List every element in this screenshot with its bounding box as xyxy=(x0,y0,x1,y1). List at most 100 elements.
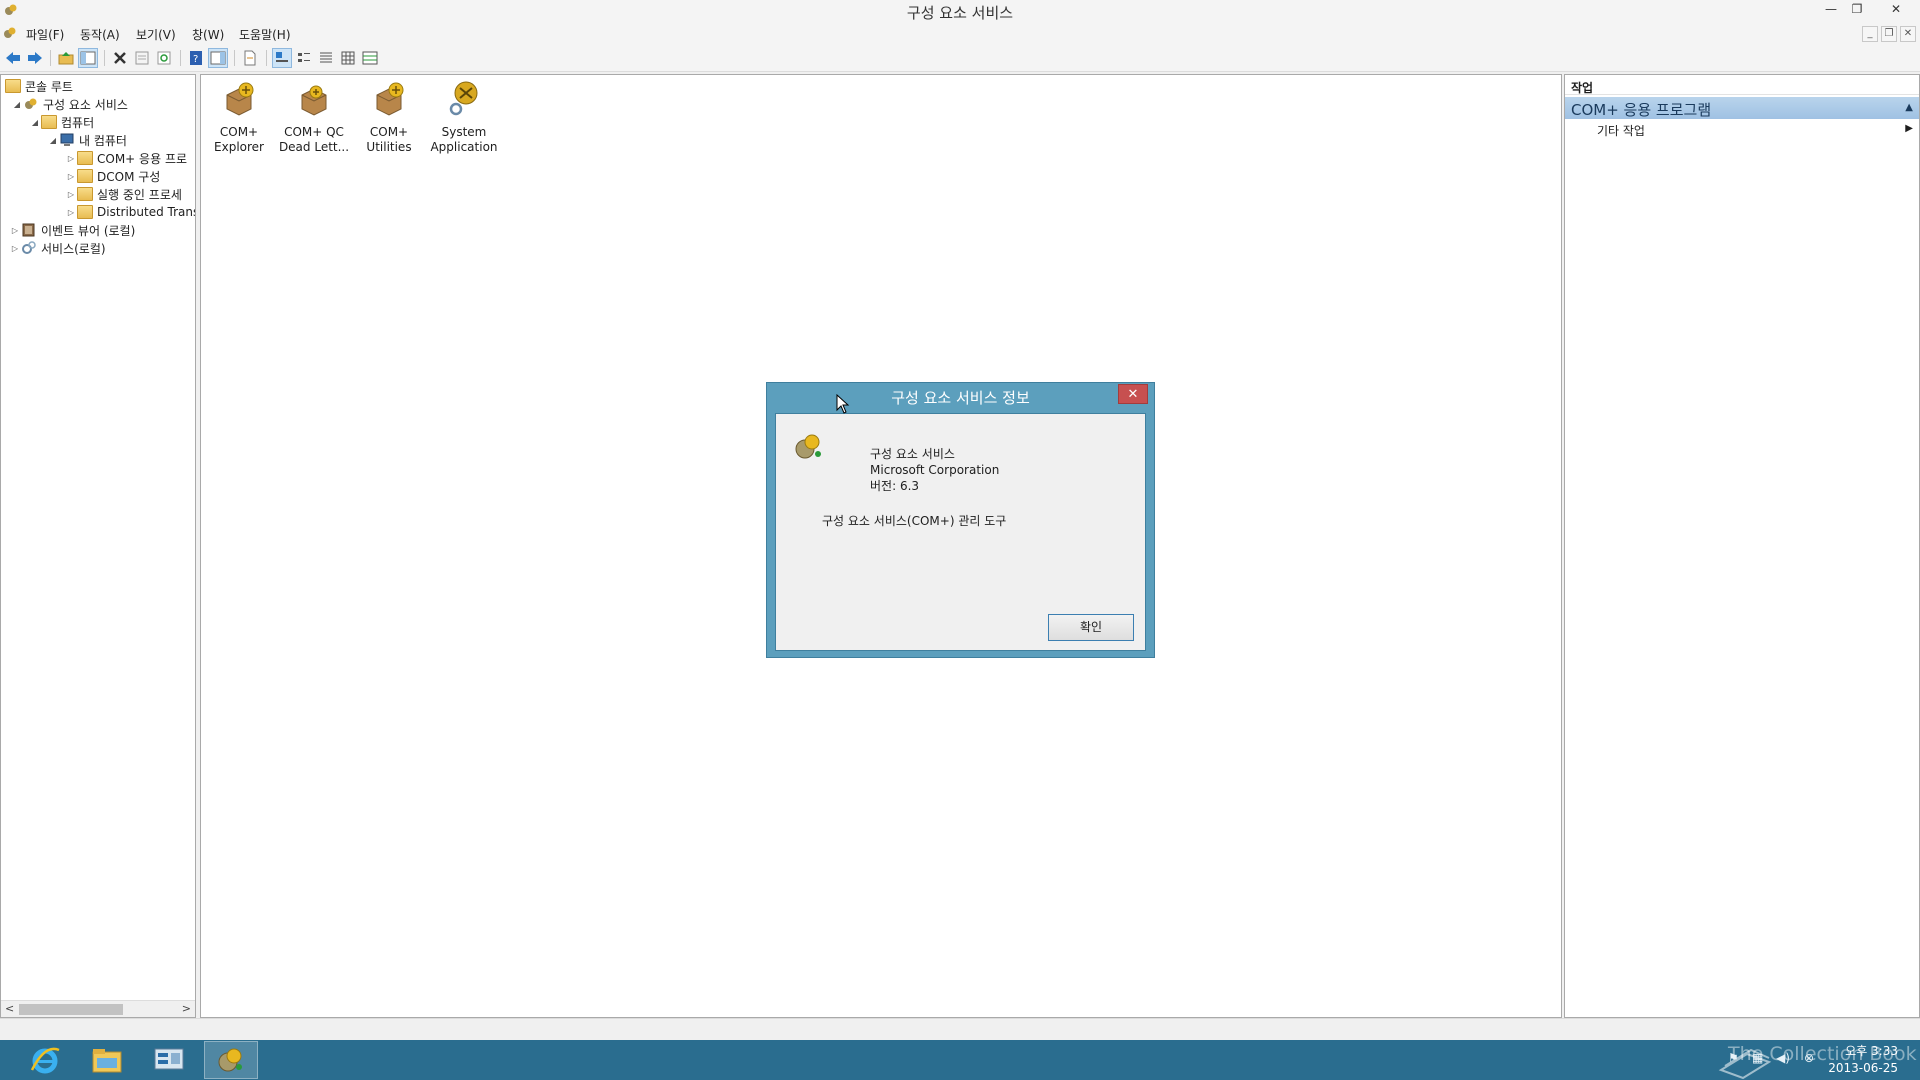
expand-arrow-icon[interactable]: ▷ xyxy=(65,172,77,181)
close-button[interactable]: ✕ xyxy=(1880,0,1912,20)
taskbar: The Collection Book ⚑ ▦ ◀) ⊗ 오후 3:33 201… xyxy=(0,1040,1920,1080)
mdi-restore-button[interactable]: ❐ xyxy=(1881,26,1897,42)
notification-icon[interactable]: ⊗ xyxy=(1804,1051,1814,1065)
list-view-icon[interactable] xyxy=(316,48,336,68)
internet-explorer-button[interactable] xyxy=(18,1041,72,1079)
file-explorer-button[interactable] xyxy=(80,1041,134,1079)
tree-item-label: 구성 요소 서비스 xyxy=(43,97,128,112)
mdi-close-button[interactable]: ✕ xyxy=(1900,26,1916,42)
minimize-button[interactable]: — xyxy=(1818,0,1844,20)
delete-icon[interactable] xyxy=(110,48,130,68)
action-more-actions[interactable]: 기타 작업 ▶ xyxy=(1565,119,1919,139)
status-bar xyxy=(0,1018,1920,1040)
tree-item-com-applications[interactable]: ▷ COM+ 응용 프로 xyxy=(65,149,187,167)
export-list-icon[interactable] xyxy=(240,48,260,68)
up-folder-icon[interactable] xyxy=(56,48,76,68)
dialog-title: 구성 요소 서비스 정보 xyxy=(891,389,1030,407)
console-tree[interactable]: 콘솔 루트 ◢ 구성 요소 서비스 ◢ 컴퓨터 ◢ 내 컴퓨터 ▷ COM+ 응… xyxy=(0,74,196,1018)
menu-help[interactable]: 도움말(H) xyxy=(239,26,291,43)
scrollbar-thumb[interactable] xyxy=(19,1004,123,1015)
large-icons-view-icon[interactable] xyxy=(272,48,292,68)
actions-section-com-applications[interactable]: COM+ 응용 프로그램 ▲ xyxy=(1565,97,1919,119)
tree-item-my-computer[interactable]: ◢ 내 컴퓨터 xyxy=(47,131,127,149)
dialog-close-button[interactable]: ✕ xyxy=(1118,384,1148,404)
tree-item-label: 이벤트 뷰어 (로컬) xyxy=(41,223,136,238)
flag-icon[interactable]: ⚑ xyxy=(1728,1051,1739,1065)
refresh-icon[interactable] xyxy=(154,48,174,68)
version-text: 버전: 6.3 xyxy=(870,479,920,493)
mdi-minimize-button[interactable]: _ xyxy=(1862,26,1878,42)
com-package-icon xyxy=(226,82,254,116)
scroll-left-arrow-icon[interactable]: < xyxy=(5,1002,14,1015)
expand-arrow-icon[interactable]: ▷ xyxy=(65,154,77,163)
custom-view-icon[interactable] xyxy=(360,48,380,68)
expand-arrow-icon[interactable]: ▷ xyxy=(65,190,77,199)
tree-item-component-services[interactable]: ◢ 구성 요소 서비스 xyxy=(11,95,128,113)
tree-item-computers[interactable]: ◢ 컴퓨터 xyxy=(29,113,94,131)
restore-button[interactable]: ❐ xyxy=(1844,0,1870,20)
volume-icon[interactable]: ◀) xyxy=(1776,1051,1790,1065)
tree-item-console-root[interactable]: 콘솔 루트 xyxy=(5,77,73,95)
com-explorer-item[interactable]: COM+ Explorer xyxy=(201,79,277,155)
item-label-line1: COM+ xyxy=(219,125,259,139)
details-view-icon[interactable] xyxy=(338,48,358,68)
horizontal-scrollbar[interactable]: < > xyxy=(1,1000,195,1017)
item-label-line1: COM+ xyxy=(369,125,409,139)
clock-date: 2013-06-25 xyxy=(1828,1061,1898,1075)
server-manager-icon xyxy=(154,1048,184,1070)
collapse-arrow-icon[interactable]: ◢ xyxy=(29,118,41,127)
com-utilities-item[interactable]: COM+ Utilities xyxy=(351,79,427,155)
item-label-line1: System xyxy=(441,125,487,139)
server-manager-button[interactable] xyxy=(142,1041,196,1079)
ok-button[interactable]: 확인 xyxy=(1048,614,1134,641)
menu-action[interactable]: 동작(A) xyxy=(80,26,120,43)
submenu-arrow-icon: ▶ xyxy=(1905,123,1913,134)
show-hide-tree-icon[interactable] xyxy=(78,48,98,68)
menu-file[interactable]: 파일(F) xyxy=(26,26,64,43)
item-label-line2: Dead Lett... xyxy=(278,140,350,154)
small-icons-view-icon[interactable] xyxy=(294,48,314,68)
item-label-line1: COM+ QC xyxy=(284,125,344,139)
system-application-icon xyxy=(449,81,478,116)
mmc-system-icon[interactable] xyxy=(3,26,17,40)
product-description: 구성 요소 서비스(COM+) 관리 도구 xyxy=(822,514,1007,528)
expand-arrow-icon[interactable]: ▷ xyxy=(9,226,21,235)
tree-item-event-viewer[interactable]: ▷ 이벤트 뷰어 (로컬) xyxy=(9,221,135,239)
system-application-item[interactable]: System Application xyxy=(426,79,502,155)
component-services-icon xyxy=(795,434,821,459)
menu-view[interactable]: 보기(V) xyxy=(136,26,176,43)
item-label-line2: Explorer xyxy=(214,140,264,154)
menu-window[interactable]: 창(W) xyxy=(192,26,224,43)
internet-explorer-icon xyxy=(30,1047,60,1074)
tree-item-label: 내 컴퓨터 xyxy=(79,133,127,148)
scroll-right-arrow-icon[interactable]: > xyxy=(182,1002,191,1015)
expand-arrow-icon[interactable]: ▷ xyxy=(65,208,77,217)
system-clock[interactable]: 오후 3:33 2013-06-25 xyxy=(1828,1043,1898,1077)
collapse-caret-icon[interactable]: ▲ xyxy=(1905,102,1913,113)
tree-item-label: 서비스(로컬) xyxy=(41,241,106,256)
about-dialog: 구성 요소 서비스 정보 ✕ 구성 요소 서비스 Microsoft Corpo… xyxy=(766,382,1155,658)
tree-item-running-processes[interactable]: ▷ 실행 중인 프로세 xyxy=(65,185,182,203)
collapse-arrow-icon[interactable]: ◢ xyxy=(11,100,23,109)
back-arrow-icon[interactable] xyxy=(3,48,23,68)
properties-icon[interactable] xyxy=(132,48,152,68)
mouse-cursor-icon xyxy=(836,394,850,414)
help-icon[interactable]: ? xyxy=(186,48,206,68)
network-icon[interactable]: ▦ xyxy=(1752,1051,1763,1065)
expand-arrow-icon[interactable]: ▷ xyxy=(9,244,21,253)
tree-item-services[interactable]: ▷ 서비스(로컬) xyxy=(9,239,106,257)
collapse-arrow-icon[interactable]: ◢ xyxy=(47,136,59,145)
event-viewer-icon xyxy=(22,223,35,237)
dialog-body: 구성 요소 서비스 Microsoft Corporation 버전: 6.3 … xyxy=(775,413,1146,651)
forward-arrow-icon[interactable] xyxy=(25,48,45,68)
actions-pane: 작업 COM+ 응용 프로그램 ▲ 기타 작업 ▶ xyxy=(1564,74,1920,1018)
tree-item-distributed-transaction[interactable]: ▷ Distributed Trans xyxy=(65,203,195,221)
tree-item-dcom-config[interactable]: ▷ DCOM 구성 xyxy=(65,167,160,185)
gear-icon xyxy=(22,241,36,254)
actions-section-title: COM+ 응용 프로그램 xyxy=(1571,101,1712,119)
show-hide-action-pane-icon[interactable] xyxy=(208,48,228,68)
company-name: Microsoft Corporation xyxy=(870,463,1000,477)
menu-bar: 파일(F) 동작(A) 보기(V) 창(W) 도움말(H) xyxy=(0,22,1920,44)
component-services-taskbar-button[interactable] xyxy=(204,1041,258,1079)
com-qc-dead-letter-item[interactable]: COM+ QC Dead Lett... xyxy=(276,79,352,155)
